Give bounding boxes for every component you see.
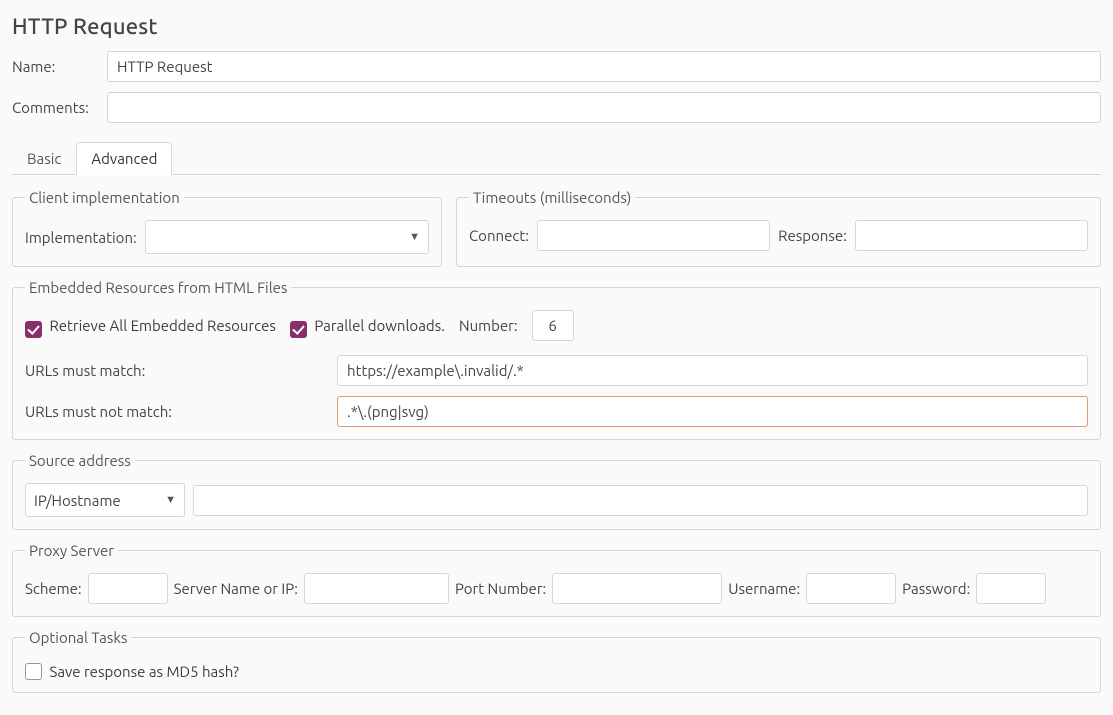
embedded-resources-legend: Embedded Resources from HTML Files: [25, 279, 291, 296]
username-label: Username:: [728, 580, 800, 597]
tab-advanced[interactable]: Advanced: [76, 142, 172, 175]
password-input[interactable]: [976, 573, 1046, 604]
comments-input[interactable]: [107, 92, 1101, 123]
retrieve-all-label: Retrieve All Embedded Resources: [49, 317, 275, 334]
urls-match-label: URLs must match:: [25, 362, 327, 379]
scheme-label: Scheme:: [25, 580, 82, 597]
source-address-input[interactable]: [193, 485, 1088, 516]
chevron-down-icon: ▼: [159, 494, 176, 506]
urls-not-match-label: URLs must not match:: [25, 403, 327, 420]
implementation-label: Implementation:: [25, 229, 137, 246]
parallel-downloads-checkbox[interactable]: [290, 321, 307, 338]
port-number-input[interactable]: [552, 573, 722, 604]
connect-label: Connect:: [469, 227, 529, 244]
scheme-input[interactable]: [88, 573, 168, 604]
timeouts-legend: Timeouts (milliseconds): [469, 189, 635, 206]
urls-not-match-input[interactable]: [337, 396, 1088, 427]
retrieve-all-checkbox[interactable]: [25, 321, 42, 338]
response-label: Response:: [778, 227, 847, 244]
md5-label: Save response as MD5 hash?: [49, 663, 238, 680]
name-label: Name:: [12, 58, 107, 75]
tabs: Basic Advanced: [12, 141, 1101, 175]
client-implementation-group: Client implementation Implementation: ▼: [12, 189, 442, 267]
server-name-input[interactable]: [304, 573, 449, 604]
implementation-select[interactable]: ▼: [145, 220, 429, 254]
name-input[interactable]: [107, 51, 1101, 82]
username-input[interactable]: [806, 573, 896, 604]
password-label: Password:: [902, 580, 970, 597]
source-address-group: Source address IP/Hostname ▼: [12, 452, 1101, 530]
urls-match-input[interactable]: [337, 355, 1088, 386]
proxy-server-group: Proxy Server Scheme: Server Name or IP: …: [12, 542, 1101, 617]
client-implementation-legend: Client implementation: [25, 189, 184, 206]
comments-label: Comments:: [12, 99, 107, 116]
md5-checkbox[interactable]: [25, 663, 42, 680]
number-label: Number:: [459, 317, 518, 334]
number-input[interactable]: [532, 310, 574, 341]
server-name-label: Server Name or IP:: [174, 580, 298, 597]
port-number-label: Port Number:: [455, 580, 546, 597]
chevron-down-icon: ▼: [403, 231, 420, 243]
source-address-legend: Source address: [25, 452, 135, 469]
page-title: HTTP Request: [12, 14, 1101, 39]
optional-tasks-group: Optional Tasks Save response as MD5 hash…: [12, 629, 1101, 693]
optional-tasks-legend: Optional Tasks: [25, 629, 131, 646]
parallel-downloads-label: Parallel downloads.: [314, 317, 445, 334]
response-input[interactable]: [855, 220, 1088, 251]
connect-input[interactable]: [537, 220, 770, 251]
timeouts-group: Timeouts (milliseconds) Connect: Respons…: [456, 189, 1101, 267]
tab-basic[interactable]: Basic: [12, 142, 76, 175]
proxy-server-legend: Proxy Server: [25, 542, 118, 559]
source-address-type-select[interactable]: IP/Hostname ▼: [25, 483, 185, 517]
embedded-resources-group: Embedded Resources from HTML Files Retri…: [12, 279, 1101, 440]
